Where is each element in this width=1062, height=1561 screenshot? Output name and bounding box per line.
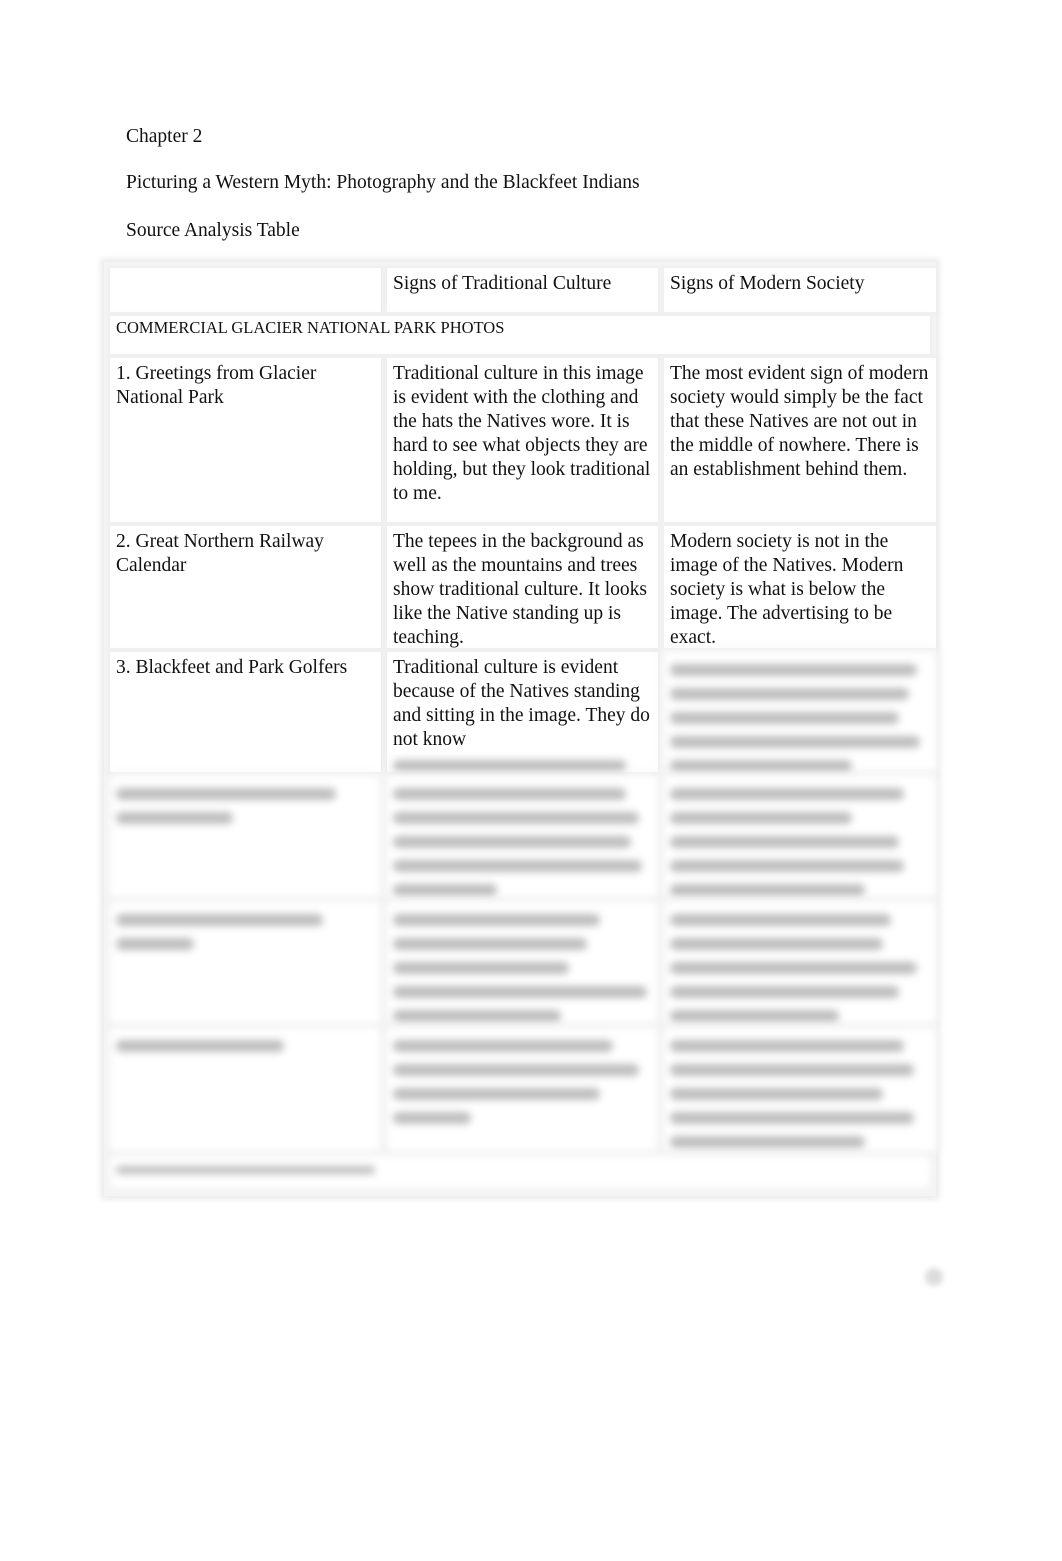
modern-cell: Modern society is not in the image of th…: [664, 526, 936, 648]
table-row-blurred: [110, 1028, 936, 1152]
traditional-cell: Traditional culture in this image is evi…: [387, 358, 658, 522]
traditional-cell: Traditional culture is evident because o…: [387, 652, 658, 772]
table-footer-row-blurred: [110, 1156, 930, 1188]
page-number-blurred: [925, 1268, 943, 1286]
header-cell-traditional: Signs of Traditional Culture: [387, 268, 658, 312]
section-label: COMMERCIAL GLACIER NATIONAL PARK PHOTOS: [110, 316, 930, 354]
table-row-blurred: [110, 902, 936, 1024]
modern-cell-blurred: [664, 1028, 936, 1152]
table-row: 1. Greetings from Glacier National Park …: [110, 358, 936, 522]
header-cell-modern: Signs of Modern Society: [664, 268, 936, 312]
source-cell: 2. Great Northern Railway Calendar: [110, 526, 381, 648]
modern-cell: The most evident sign of modern society …: [664, 358, 936, 522]
table-row: 2. Great Northern Railway Calendar The t…: [110, 526, 936, 648]
table-title: Source Analysis Table: [126, 220, 300, 241]
document-title: Picturing a Western Myth: Photography an…: [126, 172, 640, 193]
source-cell-blurred: [110, 902, 381, 1024]
blurred-text: [393, 760, 652, 772]
table-row: 3. Blackfeet and Park Golfers Traditiona…: [110, 652, 936, 772]
footer-cell-blurred: [110, 1156, 930, 1188]
traditional-cell-blurred: [387, 1028, 658, 1152]
chapter-label: Chapter 2: [126, 126, 203, 147]
source-cell: 3. Blackfeet and Park Golfers: [110, 652, 381, 772]
source-cell: 1. Greetings from Glacier National Park: [110, 358, 381, 522]
traditional-cell-blurred: [387, 776, 658, 898]
modern-cell-blurred: [664, 902, 936, 1024]
traditional-text: Traditional culture is evident because o…: [393, 657, 650, 750]
table-header-row: Signs of Traditional Culture Signs of Mo…: [110, 268, 936, 312]
source-cell-blurred: [110, 1028, 381, 1152]
table-row-blurred: [110, 776, 936, 898]
traditional-cell-blurred: [387, 902, 658, 1024]
header-cell-empty: [110, 268, 381, 312]
modern-cell-blurred: [664, 776, 936, 898]
traditional-cell: The tepees in the background as well as …: [387, 526, 658, 648]
source-analysis-table: Signs of Traditional Culture Signs of Mo…: [104, 262, 936, 1196]
modern-cell-blurred: [664, 652, 936, 772]
source-cell-blurred: [110, 776, 381, 898]
section-row: COMMERCIAL GLACIER NATIONAL PARK PHOTOS: [110, 316, 930, 354]
